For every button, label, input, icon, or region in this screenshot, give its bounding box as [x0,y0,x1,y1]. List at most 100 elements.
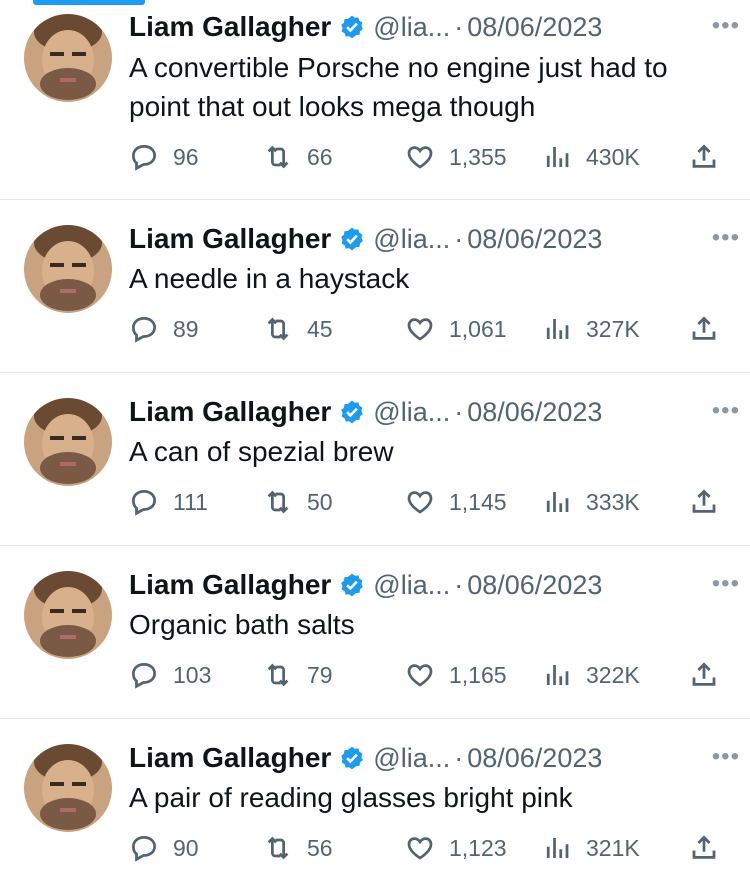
more-icon[interactable]: ••• [712,743,740,771]
reply-icon [131,144,157,171]
tweet-text: A pair of reading glasses bright pink [129,782,573,813]
share-button[interactable] [689,139,719,175]
view-count: 430K [586,143,640,170]
retweet-count: 50 [307,488,333,515]
retweet-icon [267,490,289,514]
separator: · [454,742,464,773]
retweet-button[interactable]: 50 [263,484,333,520]
share-button[interactable] [689,830,719,866]
tweet-text: A needle in a haystack [129,263,410,294]
like-button[interactable]: 1,165 [405,657,507,693]
avatar[interactable] [24,571,112,659]
retweet-button[interactable]: 45 [263,311,333,347]
more-icon[interactable]: ••• [712,397,740,425]
heart-icon [407,318,433,341]
author-name[interactable]: Liam Gallagher [129,742,331,774]
more-icon[interactable]: ••• [712,224,740,252]
share-icon [692,662,716,686]
share-icon [692,316,716,340]
author-handle[interactable]: @lia... [373,224,450,255]
tweet-date[interactable]: 08/06/2023 [467,12,602,43]
author-handle[interactable]: @lia... [373,743,450,774]
views-icon [546,838,569,858]
tweet[interactable]: Liam Gallagher @lia... · 08/06/2023 ••• … [0,200,750,373]
reply-count: 90 [173,834,199,861]
share-button[interactable] [689,657,719,693]
retweet-count: 79 [307,661,333,688]
like-count: 1,145 [449,488,507,515]
like-button[interactable]: 1,355 [405,139,507,175]
tweet-header: Liam Gallagher @lia... · 08/06/2023 [129,222,730,256]
like-button[interactable]: 1,145 [405,484,507,520]
retweet-icon [267,145,289,169]
author-name[interactable]: Liam Gallagher [129,569,331,601]
reply-count: 89 [173,315,199,342]
reply-icon [131,489,157,516]
like-count: 1,355 [449,143,507,170]
views-button[interactable]: 327K [542,311,640,347]
avatar[interactable] [24,744,112,832]
author-name[interactable]: Liam Gallagher [129,223,331,255]
reply-count: 111 [173,488,208,515]
tweet-header: Liam Gallagher @lia... · 08/06/2023 [129,741,730,775]
tweet-header: Liam Gallagher @lia... · 08/06/2023 [129,10,730,44]
like-button[interactable]: 1,123 [405,830,507,866]
share-button[interactable] [689,484,719,520]
tweet-actions: 111 50 1,145 333K [129,484,729,520]
view-count: 333K [586,488,640,515]
heart-icon [407,837,433,860]
tweet-date[interactable]: 08/06/2023 [467,397,602,428]
author-handle[interactable]: @lia... [373,12,450,43]
tweet[interactable]: Liam Gallagher @lia... · 08/06/2023 ••• … [0,0,750,200]
like-button[interactable]: 1,061 [405,311,507,347]
author-handle[interactable]: @lia... [373,397,450,428]
tweet[interactable]: Liam Gallagher @lia... · 08/06/2023 ••• … [0,373,750,546]
tweet-header: Liam Gallagher @lia... · 08/06/2023 [129,568,730,602]
retweet-icon [267,836,289,860]
tweet-date[interactable]: 08/06/2023 [467,224,602,255]
tweet-text: A convertible Porsche no engine just had… [129,52,668,122]
verified-badge-icon [341,227,364,251]
tweet-actions: 90 56 1,123 321K [129,830,729,866]
retweet-button[interactable]: 66 [263,139,333,175]
reply-button[interactable]: 96 [129,139,199,175]
author-name[interactable]: Liam Gallagher [129,11,331,43]
view-count: 322K [586,661,640,688]
more-icon[interactable]: ••• [712,570,740,598]
tweet-date[interactable]: 08/06/2023 [467,743,602,774]
views-button[interactable]: 321K [542,830,640,866]
views-button[interactable]: 430K [542,139,640,175]
tweet[interactable]: Liam Gallagher @lia... · 08/06/2023 ••• … [0,719,750,891]
avatar[interactable] [24,14,112,102]
reply-button[interactable]: 89 [129,311,199,347]
tweet-date[interactable]: 08/06/2023 [467,570,602,601]
author-name[interactable]: Liam Gallagher [129,396,331,428]
views-button[interactable]: 333K [542,484,640,520]
avatar[interactable] [24,398,112,486]
share-icon [692,835,716,859]
tweet[interactable]: Liam Gallagher @lia... · 08/06/2023 ••• … [0,546,750,719]
tweet-text: A can of spezial brew [129,436,394,467]
author-handle[interactable]: @lia... [373,570,450,601]
retweet-button[interactable]: 79 [263,657,333,693]
retweet-button[interactable]: 56 [263,830,333,866]
share-button[interactable] [689,311,719,347]
reply-icon [131,835,157,862]
reply-count: 96 [173,143,199,170]
more-icon[interactable]: ••• [712,12,740,40]
tweet-actions: 89 45 1,061 327K [129,311,729,347]
like-count: 1,061 [449,315,507,342]
views-button[interactable]: 322K [542,657,640,693]
avatar[interactable] [24,225,112,313]
reply-button[interactable]: 90 [129,830,199,866]
like-count: 1,123 [449,834,507,861]
verified-badge-icon [341,400,364,424]
verified-badge-icon [341,15,364,39]
reply-button[interactable]: 103 [129,657,211,693]
share-icon [692,489,716,513]
reply-button[interactable]: 111 [129,484,208,520]
retweet-count: 66 [307,143,333,170]
view-count: 327K [586,315,640,342]
views-icon [546,492,569,512]
separator: · [454,11,464,42]
